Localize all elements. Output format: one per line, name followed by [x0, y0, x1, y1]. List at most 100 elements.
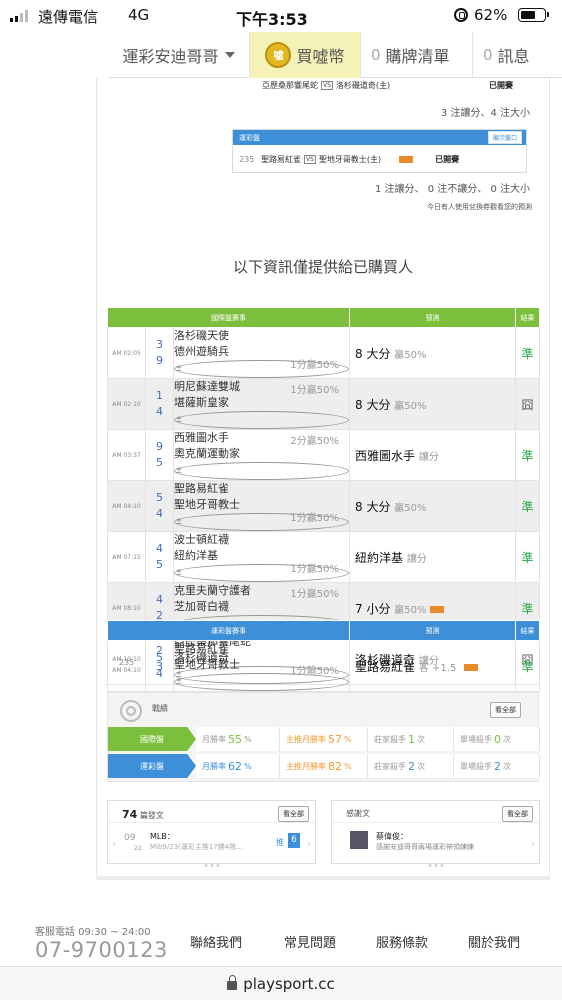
post-item[interactable]: MLB： Mlb9/23(運彩主推17勝4敗...: [150, 831, 270, 852]
result-cell: 準: [515, 480, 540, 532]
thanks-item[interactable]: 蔡偉俊： 感謝安迪哥哥兩場運彩帶領練練: [376, 831, 526, 852]
team-cell: 聖路易紅雀 聖地牙哥教士 主: [173, 640, 350, 692]
odds-line: 2分贏50%: [290, 436, 339, 447]
status-time: 下午3:53: [236, 10, 308, 29]
result-cell: 囧: [515, 378, 540, 430]
browser-url-bar[interactable]: playsport.cc: [0, 966, 562, 1000]
post-date-day: 22: [134, 845, 142, 852]
thanks-author: 蔡偉俊：: [376, 832, 408, 841]
table-row: 235 AM 04:10 5 4 聖路易紅雀 聖地牙哥教士 主 聖路易紅雀 客 …: [107, 640, 540, 692]
main-win-value: 57: [328, 732, 342, 746]
team-cell: 洛杉磯天使 德州遊騎兵 主 1分贏50%: [173, 327, 350, 379]
record-view-all-button[interactable]: 看全部: [490, 702, 521, 718]
footer-link-faq[interactable]: 常見問題: [284, 932, 336, 951]
cart-count: 0: [371, 45, 381, 64]
top-nav: 運彩安迪哥哥 噓 買噓幣 0 購牌清單 0 訊息: [108, 31, 562, 78]
messages-button[interactable]: 0 訊息: [472, 31, 562, 78]
main-win-rate: 主推月勝率 82%: [280, 754, 368, 778]
posts-title: 74 篇發文: [122, 808, 164, 821]
pick-text: 紐約洋基: [355, 550, 404, 565]
match-time: AM 02:05: [107, 327, 146, 379]
odds-line: 1分贏50%: [290, 589, 339, 600]
posts-label: 篇發文: [139, 811, 164, 820]
user-menu[interactable]: 運彩安迪哥哥: [108, 31, 250, 78]
month-win-rate: 月勝率 55%: [196, 727, 280, 751]
pick-note: 讓分: [406, 553, 427, 565]
score-cell: 5 4: [145, 640, 174, 692]
main-win-label: 主推月勝率: [286, 734, 326, 744]
month-win-value: 55: [228, 732, 242, 746]
times-unit: 次: [417, 761, 425, 771]
times-unit: 次: [503, 761, 511, 771]
hot-tag-icon: [429, 605, 444, 613]
footer-link-contact[interactable]: 聯絡我們: [190, 932, 242, 951]
coin-icon: 噓: [265, 41, 292, 68]
lottery-box-row: 235 聖路易紅雀 VS 聖地牙哥教士(主) 已開賽: [233, 145, 526, 173]
footer-link-terms[interactable]: 服務條款: [376, 932, 428, 951]
dealer-killer-value: 2: [408, 759, 415, 773]
lottery-box: 運彩盤 顯示盤口 235 聖路易紅雀 VS 聖地牙哥教士(主) 已開賽: [232, 129, 527, 173]
team-home-row: 奧克蘭運動家 主: [174, 446, 349, 480]
posts-view-all-button[interactable]: 看全部: [278, 806, 309, 822]
team-cell: 波士頓紅襪 紐約洋基 主 1分贏50%: [173, 531, 350, 583]
result-cell: 準: [515, 640, 540, 692]
score-home: 5: [156, 558, 163, 571]
home-badge-icon: 主: [174, 462, 349, 480]
posts-header: 74 篇發文 看全部: [108, 801, 315, 823]
dealer-killer: 莊家殺手 1 次: [368, 727, 454, 751]
percent-sign: %: [344, 761, 352, 771]
percent-sign: %: [344, 734, 352, 744]
buy-coin-button[interactable]: 噓 買噓幣: [250, 31, 360, 78]
lottery-home: 聖路易紅雀: [261, 154, 301, 164]
message-count: 0: [483, 45, 493, 64]
coupon-note: 今日有人使用兌換券觀看您的預測: [427, 203, 532, 211]
team-away: 洛杉磯天使: [174, 329, 229, 342]
caret-down-icon: [224, 51, 235, 58]
times-unit: 次: [417, 734, 425, 744]
lottery-box-title: 運彩盤: [239, 133, 260, 142]
thanks-header: 感謝文 看全部: [332, 801, 539, 823]
posts-box: 74 篇發文 看全部 ‹ 09 22 MLB： Mlb9/23(運彩主推17勝4…: [107, 800, 316, 867]
record-row-lottery: 運彩盤 月勝率 62% 主推月勝率 82% 莊家殺手 2 次 單場殺手 2 次: [108, 754, 540, 778]
chevron-right-icon[interactable]: ›: [531, 839, 535, 850]
result-cell: 準: [515, 429, 540, 481]
pick-text: 8 大分: [355, 397, 391, 412]
lottery-table: 運彩盤賽事 預測 結果 235 AM 04:10 5 4 聖路易紅雀 聖地牙哥教…: [107, 620, 540, 692]
record-label-lottery: 運彩盤: [108, 754, 196, 778]
pick-cell: 8 大分 贏50%: [349, 378, 516, 430]
dealer-killer: 莊家殺手 2 次: [368, 754, 454, 778]
show-odds-button[interactable]: 顯示盤口: [487, 131, 522, 144]
lottery-code: 235: [118, 658, 135, 667]
footer-link-about[interactable]: 關於我們: [468, 932, 520, 951]
score-home: 4: [156, 667, 163, 680]
phone-number[interactable]: 07-9700123: [35, 938, 168, 962]
odds-line: 1分贏50%: [290, 564, 339, 575]
url-text: playsport.cc: [243, 974, 335, 993]
buyer-only-title: 以下資訊僅提供給已購買人: [232, 258, 413, 276]
score-away: 5: [156, 491, 163, 504]
match-time-cell: 235 AM 04:10: [107, 640, 146, 692]
chevron-right-icon[interactable]: ›: [307, 839, 311, 850]
match-home: 亞歷桑那響尾蛇: [262, 81, 318, 90]
intl-header-pick: 預測: [349, 307, 516, 328]
record-title: 戰績: [152, 704, 168, 713]
pick-note: 贏50%: [394, 400, 427, 412]
score-away: 4: [156, 542, 163, 555]
vs-badge: VS: [304, 154, 316, 164]
score-home: 5: [156, 456, 163, 469]
thanks-box: 感謝文 看全部 蔡偉俊： 感謝安迪哥哥兩場運彩帶領練練 ›: [331, 800, 540, 867]
dealer-killer-value: 1: [408, 732, 415, 746]
result-cell: 準: [515, 327, 540, 379]
push-label: 推: [276, 838, 284, 847]
month-win-value: 62: [228, 759, 242, 773]
percent-sign: %: [244, 734, 252, 744]
lottery-away: 聖地牙哥教士(主): [318, 154, 382, 164]
chevron-left-icon[interactable]: ‹: [112, 839, 116, 850]
thanks-view-all-button[interactable]: 看全部: [502, 806, 533, 822]
pick-note: 贏50%: [394, 502, 427, 514]
team-cell: 聖路易紅雀 聖地牙哥教士 主 1分贏50%: [173, 480, 350, 532]
purchase-list-button[interactable]: 0 購牌清單: [360, 31, 472, 78]
result-cell: 準: [515, 531, 540, 583]
lottery-status: 已開賽: [435, 154, 460, 164]
team-cell: 西雅圖水手 奧克蘭運動家 主 2分贏50%: [173, 429, 350, 481]
